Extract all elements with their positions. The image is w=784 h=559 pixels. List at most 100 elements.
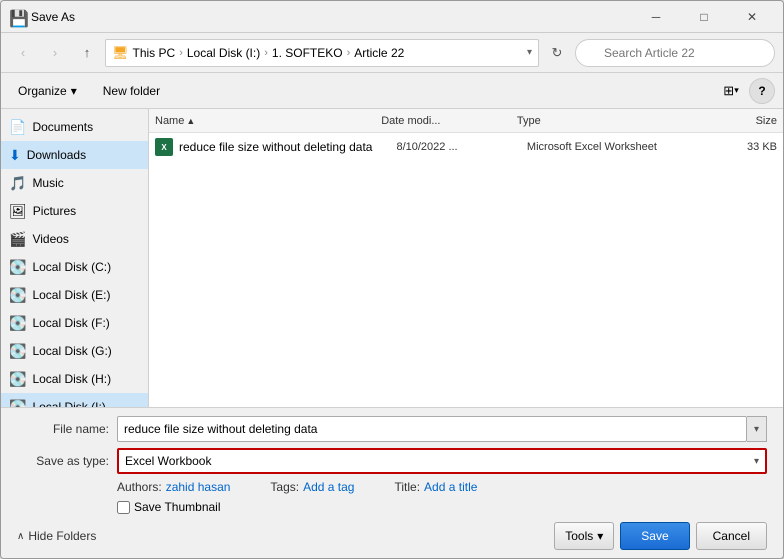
sidebar-item-documents[interactable]: 📄 Documents	[1, 113, 148, 141]
view-icon: ⊞	[723, 83, 734, 99]
path-folder2: Article 22	[354, 46, 404, 60]
disk-i-icon: 💽	[9, 399, 26, 408]
tools-button[interactable]: Tools ▾	[554, 522, 614, 550]
file-type: Microsoft Excel Worksheet	[527, 141, 690, 153]
sidebar-label-disk-e: Local Disk (E:)	[32, 288, 110, 302]
sidebar: 📄 Documents ⬇ Downloads 🎵 Music 🖼 Pictur…	[1, 109, 149, 407]
main-content: 📄 Documents ⬇ Downloads 🎵 Music 🖼 Pictur…	[1, 109, 783, 407]
save-type-label: Save as type:	[17, 454, 117, 468]
col-date-header[interactable]: Date modi...	[381, 115, 517, 127]
new-folder-label: New folder	[103, 84, 160, 98]
sidebar-label-disk-h: Local Disk (H:)	[32, 372, 111, 386]
meta-row: Authors: zahid hasan Tags: Add a tag Tit…	[17, 480, 767, 494]
back-button[interactable]: ‹	[9, 39, 37, 67]
disk-f-icon: 💽	[9, 315, 26, 332]
up-button[interactable]: ↑	[73, 39, 101, 67]
tools-arrow-icon: ▾	[597, 529, 603, 543]
save-type-row: Save as type: Excel Workbook ▾	[17, 448, 767, 474]
add-title-link[interactable]: Add a title	[424, 480, 477, 494]
excel-file-icon: X	[155, 138, 173, 156]
pictures-icon: 🖼	[9, 203, 27, 220]
authors-value[interactable]: zahid hasan	[166, 480, 231, 494]
sort-arrow-icon: ▲	[186, 116, 195, 126]
new-folder-button[interactable]: New folder	[94, 78, 169, 104]
sidebar-item-disk-h[interactable]: 💽 Local Disk (H:)	[1, 365, 148, 393]
thumbnail-label: Save Thumbnail	[134, 500, 221, 514]
organize-arrow-icon: ▾	[71, 84, 77, 98]
save-type-dropdown[interactable]: Excel Workbook ▾	[117, 448, 767, 474]
path-sep1: ›	[179, 47, 183, 59]
path-disk: Local Disk (I:)	[187, 46, 260, 60]
maximize-button[interactable]: □	[681, 1, 727, 33]
path-pc-icon: 🖥	[112, 45, 129, 61]
cancel-button[interactable]: Cancel	[696, 522, 767, 550]
sidebar-item-disk-g[interactable]: 💽 Local Disk (G:)	[1, 337, 148, 365]
sidebar-item-downloads[interactable]: ⬇ Downloads	[1, 141, 148, 169]
sidebar-item-videos[interactable]: 🎬 Videos	[1, 225, 148, 253]
file-name-label: File name:	[17, 422, 117, 436]
file-name: reduce file size without deleting data	[179, 140, 396, 154]
sidebar-label-disk-f: Local Disk (F:)	[32, 316, 109, 330]
sidebar-item-music[interactable]: 🎵 Music	[1, 169, 148, 197]
cancel-label: Cancel	[713, 529, 750, 543]
path-sep2: ›	[264, 47, 268, 59]
sidebar-item-disk-c[interactable]: 💽 Local Disk (C:)	[1, 253, 148, 281]
search-wrapper: 🔍	[575, 39, 775, 67]
toolbar-right: ⊞ ▾ ?	[717, 78, 775, 104]
sidebar-label-pictures: Pictures	[33, 204, 76, 218]
toolbar: Organize ▾ New folder ⊞ ▾ ?	[1, 73, 783, 109]
col-size-header[interactable]: Size	[687, 115, 777, 127]
organize-button[interactable]: Organize ▾	[9, 78, 86, 104]
sidebar-label-downloads: Downloads	[27, 148, 86, 162]
path-dropdown-arrow[interactable]: ▾	[527, 47, 532, 58]
file-size: 33 KB	[690, 141, 777, 153]
close-button[interactable]: ✕	[729, 1, 775, 33]
disk-e-icon: 💽	[9, 287, 26, 304]
sidebar-label-documents: Documents	[32, 120, 93, 134]
forward-button[interactable]: ›	[41, 39, 69, 67]
titlebar-controls: ─ □ ✕	[633, 1, 775, 33]
excel-icon: X	[155, 138, 173, 156]
disk-g-icon: 💽	[9, 343, 26, 360]
help-button[interactable]: ?	[749, 78, 775, 104]
action-row: ∧ Hide Folders Tools ▾ Save Cancel	[17, 522, 767, 550]
col-type-header[interactable]: Type	[517, 115, 687, 127]
sidebar-item-pictures[interactable]: 🖼 Pictures	[1, 197, 148, 225]
tools-label: Tools	[565, 529, 593, 543]
sidebar-label-disk-i: Local Disk (I:)	[32, 400, 105, 407]
hide-folders-arrow-icon: ∧	[17, 531, 24, 542]
downloads-icon: ⬇	[9, 147, 21, 164]
dialog-title: Save As	[31, 10, 633, 24]
sidebar-item-disk-i[interactable]: 💽 Local Disk (I:)	[1, 393, 148, 407]
refresh-button[interactable]: ↻	[543, 39, 571, 67]
sidebar-label-disk-c: Local Disk (C:)	[32, 260, 111, 274]
path-sep3: ›	[347, 47, 351, 59]
sidebar-label-disk-g: Local Disk (G:)	[32, 344, 111, 358]
file-date: 8/10/2022 ...	[396, 141, 526, 153]
dialog-icon: 💾	[9, 9, 25, 25]
hide-folders-label: Hide Folders	[28, 529, 96, 543]
file-name-dropdown-arrow[interactable]: ▾	[747, 416, 767, 442]
titlebar: 💾 Save As ─ □ ✕	[1, 1, 783, 33]
documents-icon: 📄	[9, 119, 26, 136]
sidebar-item-disk-f[interactable]: 💽 Local Disk (F:)	[1, 309, 148, 337]
address-path[interactable]: 🖥 This PC › Local Disk (I:) › 1. SOFTEKO…	[105, 39, 539, 67]
search-input[interactable]	[575, 39, 775, 67]
view-button[interactable]: ⊞ ▾	[717, 78, 745, 104]
save-button[interactable]: Save	[620, 522, 689, 550]
add-tag-link[interactable]: Add a tag	[303, 480, 354, 494]
disk-c-icon: 💽	[9, 259, 26, 276]
organize-label: Organize	[18, 84, 67, 98]
hide-folders-button[interactable]: ∧ Hide Folders	[17, 529, 96, 543]
sidebar-item-disk-e[interactable]: 💽 Local Disk (E:)	[1, 281, 148, 309]
col-name-header[interactable]: Name ▲	[155, 115, 381, 127]
table-row[interactable]: X reduce file size without deleting data…	[149, 133, 783, 161]
thumbnail-checkbox[interactable]	[117, 501, 130, 514]
videos-icon: 🎬	[9, 231, 26, 248]
save-type-arrow-icon: ▾	[754, 456, 759, 467]
minimize-button[interactable]: ─	[633, 1, 679, 33]
file-list-header: Name ▲ Date modi... Type Size	[149, 109, 783, 133]
save-type-value: Excel Workbook	[125, 454, 211, 468]
addressbar: ‹ › ↑ 🖥 This PC › Local Disk (I:) › 1. S…	[1, 33, 783, 73]
file-name-input[interactable]	[117, 416, 747, 442]
